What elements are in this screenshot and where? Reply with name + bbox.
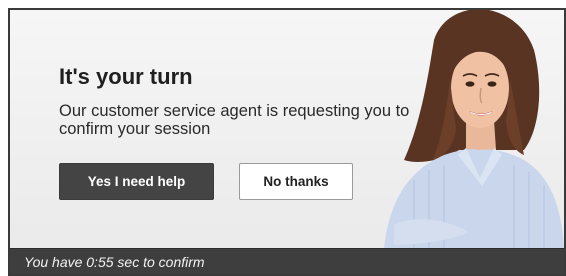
session-confirm-dialog: It's your turn Our customer service agen… (8, 8, 566, 276)
dialog-title: It's your turn (59, 64, 193, 89)
yes-need-help-button[interactable]: Yes I need help (59, 163, 214, 200)
customer-service-agent-image (384, 10, 564, 250)
dialog-message: Our customer service agent is requesting… (59, 102, 410, 138)
countdown-text: You have 0:55 sec to confirm (24, 254, 205, 270)
no-thanks-button[interactable]: No thanks (239, 163, 353, 200)
countdown-footer: You have 0:55 sec to confirm (10, 248, 564, 274)
